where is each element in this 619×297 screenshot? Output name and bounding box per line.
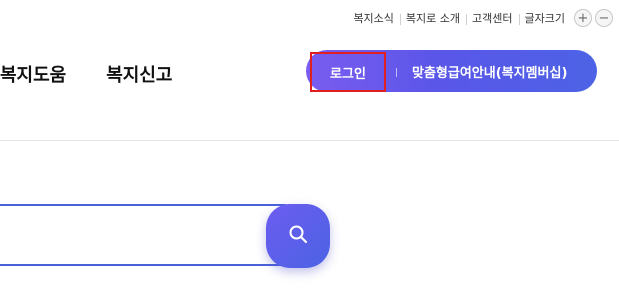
nav-item-welfare-help[interactable]: 복지도움 xyxy=(0,61,66,87)
search-icon xyxy=(288,224,308,248)
search-field xyxy=(0,204,286,266)
font-size-label: 글자크기 xyxy=(518,10,571,26)
header-action-bar: 로그인 맞춤형급여안내(복지멤버십) xyxy=(306,50,597,92)
login-button-label: 로그인 xyxy=(330,66,366,82)
about-bokjiro-link[interactable]: 복지로 소개 xyxy=(399,10,466,26)
search-input[interactable] xyxy=(0,206,284,264)
login-button[interactable]: 로그인 xyxy=(310,52,386,92)
utility-menu: 복지소식 복지로 소개 고객센터 글자크기 + − xyxy=(347,8,613,28)
custom-benefit-link[interactable]: 맞춤형급여안내(복지멤버십) xyxy=(412,50,567,92)
action-divider xyxy=(396,68,397,77)
customer-center-link[interactable]: 고객센터 xyxy=(466,10,518,26)
plus-icon[interactable]: + xyxy=(574,9,592,27)
header-divider xyxy=(0,140,619,141)
search-button[interactable] xyxy=(266,204,330,268)
nav-item-welfare-report[interactable]: 복지신고 xyxy=(106,61,172,87)
minus-icon[interactable]: − xyxy=(595,9,613,27)
welfare-news-link[interactable]: 복지소식 xyxy=(347,10,399,26)
main-navigation: 복지도움 복지신고 xyxy=(0,61,173,87)
